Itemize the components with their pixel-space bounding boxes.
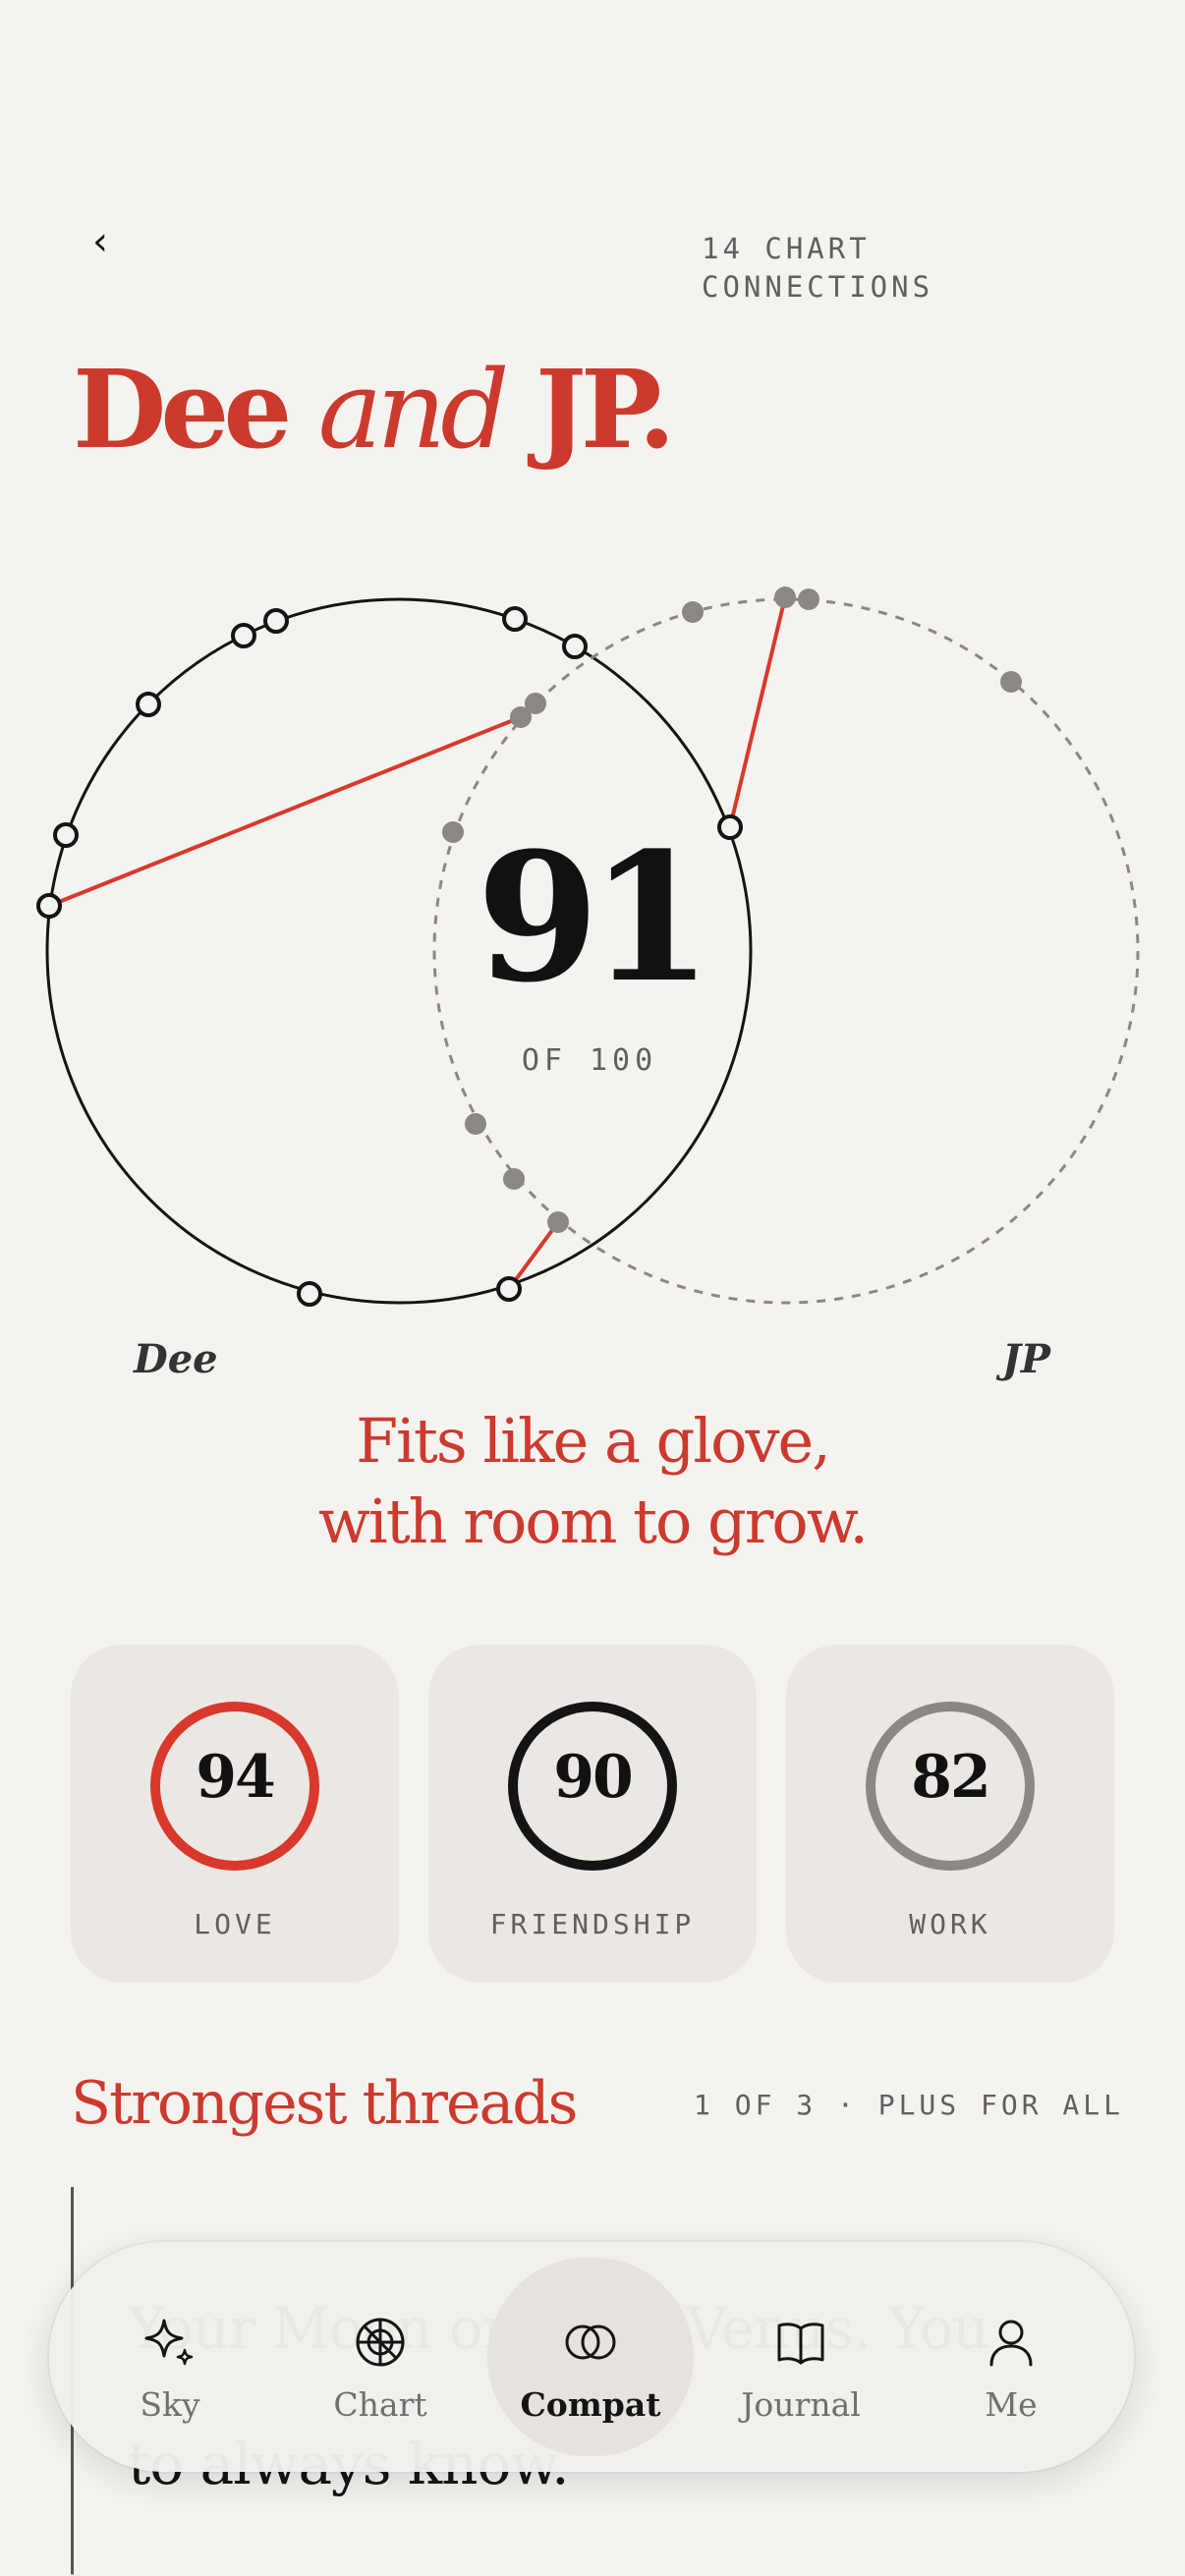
- open-book-icon: [777, 2323, 824, 2365]
- dee-planet: [53, 822, 79, 848]
- dee-planet: [562, 634, 588, 659]
- title-name-a: Dee: [73, 346, 292, 473]
- chevron-left-icon: ‹: [92, 219, 108, 264]
- dee-planet: [136, 692, 161, 717]
- tagline-line-2: with room to grow.: [317, 1485, 869, 1557]
- page-title: Dee and JP.: [73, 346, 676, 473]
- category-card-work[interactable]: 82 WORK: [786, 1645, 1114, 1983]
- dee-planet: [502, 606, 528, 632]
- category-card-love[interactable]: 94 LOVE: [71, 1645, 399, 1983]
- jp-planet: [503, 1168, 525, 1190]
- jp-planet: [547, 1211, 569, 1233]
- nav-item-compat[interactable]: Compat: [487, 2258, 694, 2456]
- dee-planet: [36, 893, 62, 919]
- category-label: LOVE: [194, 1908, 276, 1940]
- jp-planet: [798, 588, 819, 610]
- tagline-line-1: Fits like a glove,: [356, 1405, 831, 1477]
- jp-planet: [1000, 671, 1022, 693]
- nav-item-chart[interactable]: Chart: [277, 2258, 483, 2456]
- nav-label: Compat: [520, 2385, 661, 2424]
- section-title-strongest-threads: Strongest threads: [71, 2069, 578, 2138]
- chart-wheel-icon: [356, 2318, 405, 2367]
- chart-connections-count: 14 CHART CONNECTIONS: [702, 232, 934, 304]
- nav-label: Chart: [333, 2385, 427, 2424]
- jp-planet: [682, 601, 704, 623]
- nav-item-sky[interactable]: Sky: [67, 2258, 273, 2456]
- nav-label: Sky: [140, 2385, 200, 2424]
- aspect-line: [728, 596, 787, 828]
- person-icon: [989, 2320, 1033, 2367]
- dee-planet: [297, 1281, 322, 1307]
- title-name-b: JP.: [535, 346, 676, 473]
- category-score: 82: [911, 1743, 991, 1812]
- dee-planet: [263, 608, 289, 634]
- category-card-friendship[interactable]: 90 FRIENDSHIP: [428, 1645, 757, 1983]
- nav-label: Journal: [741, 2385, 861, 2424]
- back-button[interactable]: ‹: [83, 219, 118, 264]
- bottom-nav: Sky Chart Compat Journal Me: [49, 2242, 1134, 2472]
- screen: ‹ 14 CHART CONNECTIONS Dee and JP. 91 OF…: [0, 0, 1185, 2576]
- nav-item-journal[interactable]: Journal: [698, 2258, 904, 2456]
- jp-planet: [465, 1113, 486, 1135]
- score-out-of: OF 100: [521, 1043, 658, 1078]
- compatibility-tagline: Fits like a glove, with room to grow.: [0, 1401, 1185, 1562]
- nav-item-me[interactable]: Me: [908, 2258, 1114, 2456]
- dee-planet: [231, 623, 256, 648]
- threads-pagination: 1 OF 3 · PLUS FOR ALL: [694, 2089, 1125, 2121]
- jp-planet: [510, 706, 532, 728]
- dee-planet: [496, 1276, 522, 1302]
- jp-planet: [774, 587, 796, 608]
- person-a-label: Dee: [134, 1336, 218, 1382]
- category-label: WORK: [909, 1908, 991, 1940]
- nav-label: Me: [985, 2385, 1038, 2424]
- sparkle-icon: [144, 2319, 194, 2366]
- overlapping-circles-icon: [565, 2324, 616, 2360]
- category-label: FRIENDSHIP: [489, 1908, 696, 1940]
- category-score: 90: [553, 1743, 634, 1812]
- category-score: 94: [196, 1743, 276, 1812]
- compatibility-score: 91: [476, 814, 713, 1022]
- title-conjunction: and: [317, 347, 510, 473]
- person-b-label: JP: [1002, 1336, 1051, 1382]
